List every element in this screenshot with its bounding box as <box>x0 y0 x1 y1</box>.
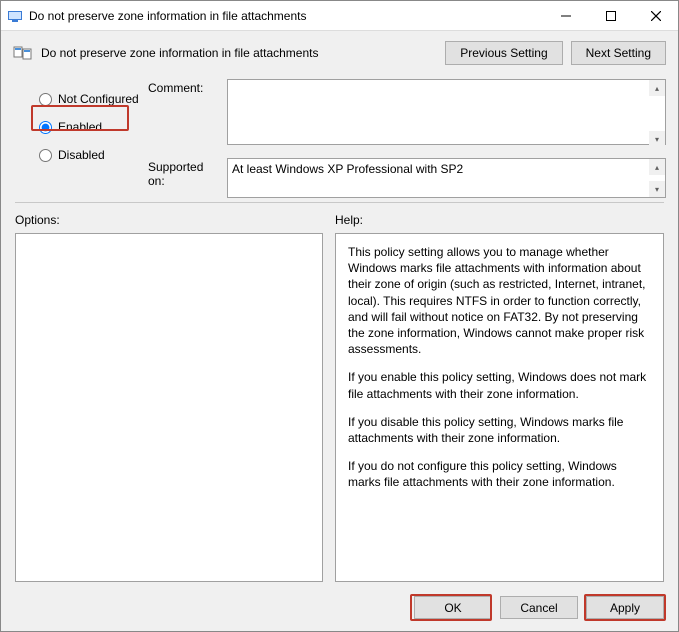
radio-not-configured-input[interactable] <box>39 93 52 106</box>
radio-enabled[interactable]: Enabled <box>37 113 142 141</box>
help-label: Help: <box>335 213 363 227</box>
supported-on-value: At least Windows XP Professional with SP… <box>227 158 666 198</box>
radio-not-configured-label: Not Configured <box>58 92 139 106</box>
dialog-buttons: OK Cancel Apply <box>1 588 678 631</box>
panels-row: This policy setting allows you to manage… <box>1 231 678 588</box>
titlebar: Do not preserve zone information in file… <box>1 1 678 31</box>
help-panel: This policy setting allows you to manage… <box>335 233 664 582</box>
header-row: Do not preserve zone information in file… <box>1 31 678 73</box>
scroll-up-icon[interactable]: ▴ <box>649 80 665 96</box>
setting-name-label: Do not preserve zone information in file… <box>41 46 437 60</box>
supported-label: Supported on: <box>148 158 223 188</box>
panel-labels: Options: Help: <box>1 207 678 231</box>
help-paragraph: This policy setting allows you to manage… <box>348 244 651 357</box>
scroll-up-icon[interactable]: ▴ <box>649 159 665 175</box>
radio-disabled[interactable]: Disabled <box>37 141 142 169</box>
radio-disabled-label: Disabled <box>58 148 105 162</box>
radio-enabled-input[interactable] <box>39 121 52 134</box>
scroll-down-icon[interactable]: ▾ <box>649 181 665 197</box>
comment-label: Comment: <box>148 79 223 95</box>
policy-editor-dialog: Do not preserve zone information in file… <box>0 0 679 632</box>
window-title: Do not preserve zone information in file… <box>29 9 543 23</box>
scroll-down-icon[interactable]: ▾ <box>649 131 665 147</box>
radio-not-configured[interactable]: Not Configured <box>37 85 142 113</box>
supported-box-wrap: At least Windows XP Professional with SP… <box>227 158 666 198</box>
comment-supported-col: Comment: ▴ ▾ Supported on: At least Wind… <box>148 73 666 198</box>
ok-button[interactable]: OK <box>414 596 492 619</box>
help-paragraph: If you disable this policy setting, Wind… <box>348 414 651 446</box>
previous-setting-button[interactable]: Previous Setting <box>445 41 562 65</box>
help-paragraph: If you do not configure this policy sett… <box>348 458 651 490</box>
state-radio-group: Not Configured Enabled Disabled <box>13 73 148 198</box>
comment-textarea[interactable] <box>227 79 666 145</box>
maximize-button[interactable] <box>588 1 633 30</box>
comment-box-wrap: ▴ ▾ <box>227 79 666 148</box>
close-button[interactable] <box>633 1 678 30</box>
options-panel <box>15 233 323 582</box>
cancel-button[interactable]: Cancel <box>500 596 578 619</box>
app-icon <box>7 8 23 24</box>
window-controls <box>543 1 678 30</box>
radio-enabled-label: Enabled <box>58 120 102 134</box>
comment-scroll: ▴ ▾ <box>649 80 665 147</box>
radio-disabled-input[interactable] <box>39 149 52 162</box>
apply-button[interactable]: Apply <box>586 596 664 619</box>
options-label: Options: <box>15 213 335 227</box>
setting-icon <box>13 45 33 61</box>
help-paragraph: If you enable this policy setting, Windo… <box>348 369 651 401</box>
divider <box>15 202 664 203</box>
supported-scroll: ▴ ▾ <box>649 159 665 197</box>
state-area: Not Configured Enabled Disabled Comment:… <box>1 73 678 198</box>
next-setting-button[interactable]: Next Setting <box>571 41 666 65</box>
minimize-button[interactable] <box>543 1 588 30</box>
